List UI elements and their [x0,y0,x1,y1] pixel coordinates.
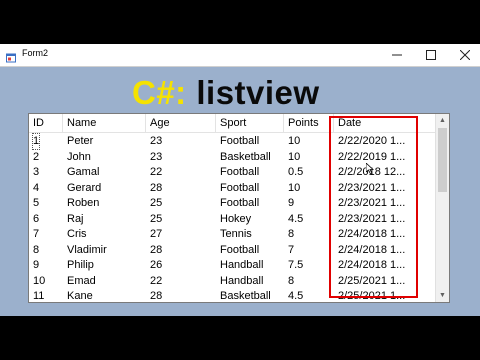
cell-points: 4.5 [288,290,304,302]
cell-id: 11 [33,290,45,302]
cell-id: 10 [33,274,46,287]
cell-name: Vladimir [67,243,107,256]
window-title: Form2 [22,48,49,58]
column-separator[interactable] [215,114,216,132]
cell-points: 10 [288,181,301,194]
cell-age: 28 [150,181,163,194]
scroll-down-arrow-icon[interactable]: ▼ [436,289,449,302]
column-header-age[interactable]: Age [150,114,170,132]
cell-sport: Football [220,166,260,178]
cell-age: 23 [150,135,163,147]
cell-name: Gamal [67,166,100,178]
cell-id: 4 [33,181,40,194]
cell-name: Cris [67,228,87,240]
cell-name: Kane [67,290,93,302]
cell-age: 25 [150,212,163,225]
cell-sport: Football [220,197,260,209]
minimize-button[interactable] [380,44,414,66]
cell-id: 7 [33,228,40,240]
cell-points: 0.5 [288,166,304,178]
cell-name: Roben [67,197,100,209]
cell-sport: Tennis [220,228,252,240]
cell-points: 8 [288,228,295,240]
cell-points: 8 [288,274,295,287]
cell-id: 5 [33,197,40,209]
heading-csharp: C#: [132,74,187,111]
cell-points: 10 [288,150,301,163]
scroll-thumb[interactable] [438,128,447,192]
scroll-up-arrow-icon[interactable]: ▲ [436,114,449,127]
cell-age: 22 [150,166,163,178]
column-header-name[interactable]: Name [67,114,96,132]
cell-id: 2 [33,150,40,163]
cell-age: 22 [150,274,163,287]
cell-age: 27 [150,228,163,240]
maximize-button[interactable] [414,44,448,66]
cell-sport: Handball [220,274,264,287]
cell-name: Raj [67,212,84,225]
column-separator[interactable] [145,114,146,132]
column-separator[interactable] [283,114,284,132]
cell-name: Emad [67,274,96,287]
cell-sport: Football [220,243,260,256]
cell-id: 6 [33,212,40,225]
form-icon [6,50,16,63]
cell-sport: Football [220,135,260,147]
cell-sport: Basketball [220,290,271,302]
cell-name: Philip [67,259,94,271]
close-button[interactable] [448,44,480,66]
cell-age: 23 [150,150,163,163]
column-separator[interactable] [62,114,63,132]
cell-sport: Basketball [220,150,271,163]
cell-sport: Hokey [220,212,252,225]
cell-name: Gerard [67,181,102,194]
cell-id: 8 [33,243,40,256]
vertical-scrollbar[interactable]: ▲ ▼ [435,114,449,302]
column-header-points[interactable]: Points [288,114,319,132]
cell-age: 28 [150,290,163,302]
cell-sport: Football [220,181,260,194]
cell-points: 7.5 [288,259,304,271]
cell-age: 26 [150,259,163,271]
title-bar: Form2 [0,44,480,67]
cell-sport: Handball [220,259,264,271]
cell-points: 7 [288,243,295,256]
cell-id: 3 [33,166,40,178]
mouse-cursor-icon [366,163,374,174]
date-column-highlight-box [329,116,418,298]
cell-points: 4.5 [288,212,304,225]
column-header-id[interactable]: ID [33,114,44,132]
cell-name: Peter [67,135,94,147]
cell-id: 9 [33,259,40,271]
cell-points: 9 [288,197,295,209]
cell-id: 1 [31,133,41,150]
cell-name: John [67,150,91,163]
overlay-heading: C#: listview [132,74,320,112]
column-header-sport[interactable]: Sport [220,114,246,132]
cell-points: 10 [288,135,301,147]
heading-listview: listview [196,74,320,111]
cell-age: 25 [150,197,163,209]
cell-age: 28 [150,243,163,256]
